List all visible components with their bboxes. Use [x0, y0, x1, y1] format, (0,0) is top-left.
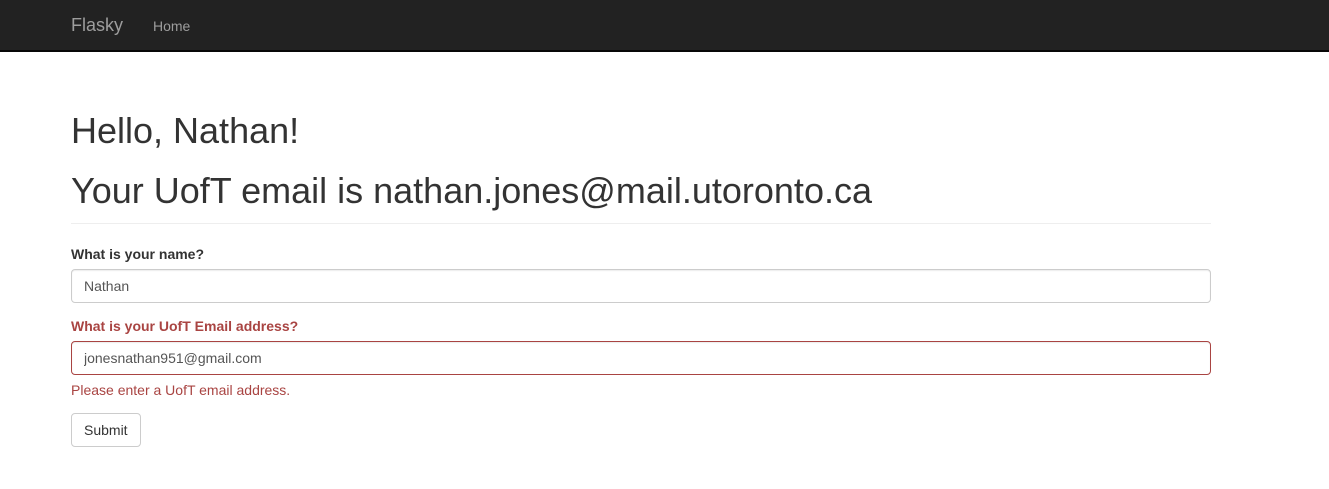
email-input[interactable]	[71, 341, 1211, 375]
main-container: Hello, Nathan! Your UofT email is nathan…	[71, 52, 1211, 447]
navbar: Flasky Home	[0, 0, 1329, 52]
email-form-group: What is your UofT Email address? Please …	[71, 317, 1211, 399]
nav-item-home[interactable]: Home	[153, 17, 190, 35]
name-label: What is your name?	[71, 246, 205, 262]
greeting-heading: Hello, Nathan!	[71, 110, 300, 151]
navbar-brand-link[interactable]: Flasky	[71, 15, 123, 35]
page-header: Hello, Nathan! Your UofT email is nathan…	[71, 108, 1211, 224]
name-input[interactable]	[71, 269, 1211, 303]
user-form: What is your name? What is your UofT Ema…	[71, 245, 1211, 447]
email-error-message: Please enter a UofT email address.	[71, 382, 291, 398]
email-heading: Your UofT email is nathan.jones@mail.uto…	[71, 170, 872, 211]
submit-button[interactable]: Submit	[71, 413, 141, 447]
name-form-group: What is your name?	[71, 245, 1211, 303]
email-label: What is your UofT Email address?	[71, 318, 299, 334]
